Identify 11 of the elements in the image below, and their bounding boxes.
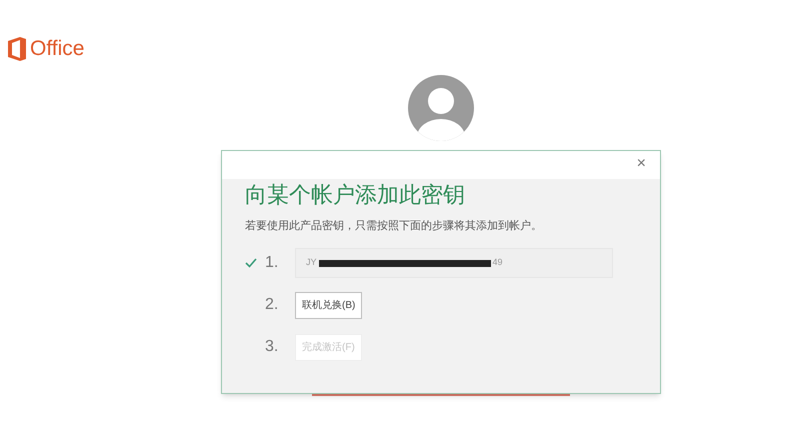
step-number: 2. (265, 295, 280, 315)
step-button[interactable]: 联机兑换(B) (295, 292, 362, 318)
dialog-title: 向某个帐户添加此密钥 (245, 181, 466, 208)
product-key-field[interactable]: JY 49 (295, 248, 613, 278)
office-logo-icon (8, 36, 26, 61)
close-button[interactable]: × (636, 156, 646, 172)
step-number: 1. (265, 253, 280, 273)
step-number: 3. (265, 337, 280, 357)
brand-name: Office (30, 36, 84, 62)
dialog-description: 若要使用此产品密钥，只需按照下面的步骤将其添加到帐户。 (245, 218, 543, 234)
avatar-icon (408, 75, 474, 141)
